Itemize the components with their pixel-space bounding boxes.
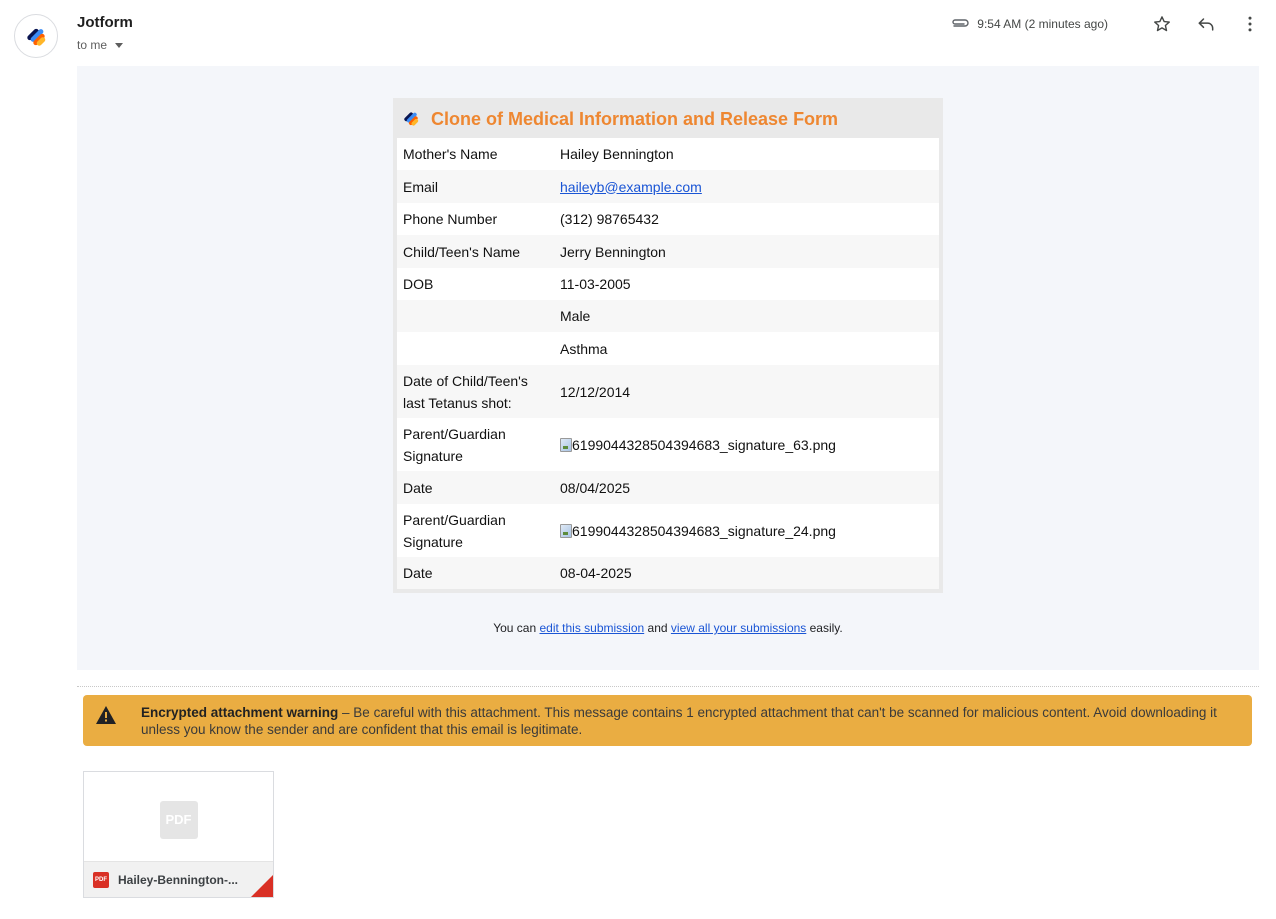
field-label: Date of Child/Teen's last Tetanus shot: <box>397 370 560 414</box>
form-row: Mother's Name Hailey Bennington <box>397 138 939 170</box>
field-value: 08/04/2025 <box>560 479 631 496</box>
field-value: Asthma <box>560 340 608 357</box>
more-vert-icon <box>1248 16 1252 32</box>
field-label: Date <box>403 479 433 496</box>
edit-submission-link[interactable]: edit this submission <box>539 621 644 635</box>
field-value: Male <box>560 308 591 324</box>
attachment-filename: Hailey-Bennington-... <box>118 872 238 887</box>
broken-image-icon <box>560 437 572 452</box>
form-row: Parent/Guardian Signature 61990443285043… <box>397 504 939 557</box>
field-label: DOB <box>403 276 434 292</box>
field-label-line: Date of Child/Teen's <box>403 372 528 389</box>
pdf-badge-icon: PDF <box>93 871 109 888</box>
field-label: Date <box>403 565 433 581</box>
field-label: Email <box>403 178 439 195</box>
caret-down-icon[interactable] <box>115 43 124 48</box>
field-value: 08-04-2025 <box>560 565 632 581</box>
signature-image-alt: 6199044328504394683_signature_63.png <box>572 436 836 453</box>
recipient-details[interactable]: to me <box>77 38 124 52</box>
form-row: DOB 11-03-2005 <box>397 268 939 300</box>
email-body: Clone of Medical Information and Release… <box>77 66 1259 670</box>
submission-card: Clone of Medical Information and Release… <box>393 98 943 593</box>
attachment-info-bar: PDF Hailey-Bennington-... <box>84 861 273 897</box>
jotform-logo-icon <box>404 112 419 126</box>
field-value: Hailey Bennington <box>560 146 674 162</box>
broken-image-icon <box>560 523 572 538</box>
form-row: Date of Child/Teen's last Tetanus shot: … <box>397 365 939 418</box>
field-value: 11-03-2005 <box>560 276 631 292</box>
footer-text: and <box>644 621 671 635</box>
sender-name[interactable]: Jotform <box>77 14 133 31</box>
star-button[interactable] <box>1150 12 1174 36</box>
warning-title: Encrypted attachment warning <box>141 705 339 720</box>
signature-image-alt: 6199044328504394683_signature_24.png <box>572 522 836 539</box>
field-label-line: Signature <box>403 447 463 464</box>
form-row: Asthma <box>397 332 939 365</box>
recipient-label: to me <box>77 38 108 52</box>
field-value: 12/12/2014 <box>560 383 631 400</box>
form-header: Clone of Medical Information and Release… <box>397 98 939 138</box>
field-label-line: Parent/Guardian <box>403 425 506 442</box>
attachment-card[interactable]: PDF PDF Hailey-Bennington-... <box>83 771 274 898</box>
form-title: Clone of Medical Information and Release… <box>431 108 839 129</box>
form-row: Date 08/04/2025 <box>397 471 939 504</box>
footer-text: You can <box>493 621 540 635</box>
field-label: Parent/Guardian Signature <box>397 423 560 467</box>
star-icon <box>1154 16 1170 32</box>
warning-text: Encrypted attachment warning – Be carefu… <box>141 704 1222 738</box>
form-row: Email haileyb@example.com <box>397 170 939 203</box>
reply-icon <box>1198 18 1214 31</box>
field-label-line: last Tetanus shot: <box>403 394 512 411</box>
email-link[interactable]: haileyb@example.com <box>560 179 702 195</box>
page-fold-icon <box>251 875 273 897</box>
field-label: Phone Number <box>403 211 498 227</box>
message-time: 9:54 AM (2 minutes ago) <box>977 17 1108 31</box>
field-value: Jerry Bennington <box>560 243 666 260</box>
attachment-preview[interactable]: PDF <box>84 772 273 863</box>
form-row: Child/Teen's Name Jerry Bennington <box>397 235 939 268</box>
view-submissions-link[interactable]: view all your submissions <box>671 621 806 635</box>
submission-footer: You can edit this submission and view al… <box>77 621 1259 635</box>
form-row: Male <box>397 300 939 332</box>
pdf-file-icon: PDF <box>159 800 198 839</box>
field-label: Child/Teen's Name <box>403 243 521 260</box>
field-label: Parent/Guardian Signature <box>397 509 560 553</box>
form-row: Parent/Guardian Signature 61990443285043… <box>397 418 939 471</box>
attachment-clip-icon <box>952 19 969 27</box>
form-row: Phone Number (312) 98765432 <box>397 203 939 235</box>
jotform-logo-icon <box>27 28 46 46</box>
footer-text: easily. <box>806 621 843 635</box>
sender-avatar[interactable] <box>14 14 58 58</box>
field-label: Mother's Name <box>403 146 498 162</box>
reply-button[interactable] <box>1194 12 1218 36</box>
more-options-button[interactable] <box>1238 12 1262 36</box>
divider <box>77 686 1259 687</box>
field-label-line: Signature <box>403 533 463 550</box>
field-value: (312) 98765432 <box>560 211 659 227</box>
form-row: Date 08-04-2025 <box>397 557 939 589</box>
warning-icon <box>96 706 116 724</box>
message-actions: 9:54 AM (2 minutes ago) <box>951 12 1262 36</box>
field-label-line: Parent/Guardian <box>403 511 506 528</box>
signature-image: 6199044328504394683_signature_63.png <box>560 434 939 456</box>
encrypted-attachment-warning: Encrypted attachment warning – Be carefu… <box>83 695 1252 746</box>
signature-image: 6199044328504394683_signature_24.png <box>560 520 939 542</box>
